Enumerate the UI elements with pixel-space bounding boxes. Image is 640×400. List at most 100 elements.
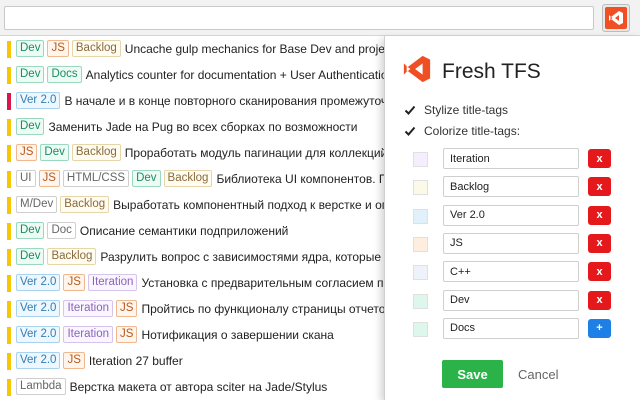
visual-studio-icon (605, 7, 627, 29)
task-title[interactable]: Analytics counter for documentation + Us… (86, 68, 384, 82)
tag-js: JS (116, 326, 138, 343)
tag-name-input[interactable] (443, 232, 579, 254)
status-bar (7, 119, 11, 136)
screen: Dev JS Backlog Uncache gulp mechanics for B… (0, 0, 640, 400)
status-bar (7, 301, 11, 318)
tag-name-input[interactable] (443, 204, 579, 226)
task-row[interactable]: M/Dev Backlog Выработать компонентный подх… (0, 193, 384, 219)
task-row[interactable]: Dev JS Backlog Uncache gulp mechanics for B… (0, 37, 384, 63)
task-title[interactable]: Iteration 27 buffer (89, 354, 183, 368)
visual-studio-icon (402, 54, 432, 89)
stylize-option[interactable]: Stylize title-tags (404, 103, 508, 117)
task-title[interactable]: Установка с предварительным согласием по… (141, 276, 384, 290)
status-bar (7, 249, 11, 266)
tag-dev: Dev (16, 118, 45, 135)
tag-dev: Dev (132, 170, 161, 187)
remove-tag-button[interactable]: x (588, 177, 611, 197)
color-swatch[interactable] (413, 152, 428, 167)
task-title[interactable]: Пройтись по функционалу страницы отчетов (141, 302, 384, 316)
task-row[interactable]: JS Dev Backlog Проработать модуль пагинации… (0, 141, 384, 167)
remove-tag-button[interactable]: x (588, 149, 611, 168)
task-row[interactable]: Ver 2.0 В начале и в конце повторного ска… (0, 89, 384, 115)
task-row[interactable]: Lambda Верстка макета от автора sciter на… (0, 375, 384, 400)
tag-js: JS (38, 170, 60, 187)
task-row[interactable]: Dev Backlog Разрулить вопрос с зависимостя… (0, 245, 384, 271)
task-row[interactable]: UI JS HTML/CSS Dev Backlog Библиотека UI комп… (0, 167, 384, 193)
task-row[interactable]: Dev Doc Описание семантики подприложений (0, 219, 384, 245)
tag-setting-row: x (413, 148, 613, 170)
tag-backlog: Backlog (47, 248, 97, 265)
tag-iteration: Iteration (63, 326, 114, 343)
task-list: Dev JS Backlog Uncache gulp mechanics for B… (0, 37, 384, 400)
status-bar (7, 197, 11, 214)
tag-name-input[interactable] (443, 289, 579, 311)
stylize-checkbox[interactable] (404, 104, 416, 116)
task-title[interactable]: Uncache gulp mechanics for Base Dev and … (125, 42, 384, 56)
task-title[interactable]: Выработать компонентный подход к верстке… (113, 198, 384, 212)
tag-iteration: Iteration (63, 300, 114, 317)
tag-backlog: Backlog (71, 40, 121, 57)
tag-name-input[interactable] (443, 176, 579, 198)
status-bar (7, 93, 11, 110)
tag-setting-row: x (413, 261, 613, 283)
popup-title: Fresh TFS (442, 59, 541, 83)
task-row[interactable]: Ver 2.0 JS Iteration Установка с предварите… (0, 271, 384, 297)
task-title[interactable]: Верстка макета от автора sciter на Jade/… (70, 380, 328, 394)
tag-dev: Dev (16, 40, 45, 57)
task-title[interactable]: Заменить Jade на Pug во всех сборках по … (48, 120, 357, 134)
task-row[interactable]: Ver 2.0 Iteration JS Нотификация о завершен… (0, 323, 384, 349)
color-swatch[interactable] (413, 180, 428, 196)
status-bar (7, 145, 11, 162)
tag-js: JS (116, 300, 138, 317)
remove-tag-button[interactable]: x (588, 262, 611, 282)
color-swatch[interactable] (413, 321, 428, 337)
tag-ver-2-0: Ver 2.0 (16, 326, 61, 343)
tag-name-input[interactable] (443, 317, 579, 339)
color-swatch[interactable] (413, 293, 428, 309)
save-button[interactable]: Save (442, 360, 503, 388)
status-bar (7, 41, 11, 58)
cancel-button[interactable]: Cancel (518, 367, 558, 382)
tag-name-input[interactable] (443, 261, 579, 283)
status-bar (7, 275, 11, 292)
tag-ver-2-0: Ver 2.0 (16, 352, 61, 369)
task-row[interactable]: Dev Docs Analytics counter for documentati… (0, 63, 384, 89)
task-title[interactable]: Нотификация о завершении скана (141, 328, 333, 342)
tag-backlog: Backlog (163, 170, 213, 187)
color-swatch[interactable] (413, 236, 428, 252)
tag-iteration: Iteration (87, 274, 138, 291)
remove-tag-button[interactable]: x (588, 290, 611, 310)
colorize-checkbox[interactable] (404, 125, 416, 137)
color-swatch[interactable] (413, 208, 428, 224)
status-bar (7, 171, 11, 188)
remove-tag-button[interactable]: x (588, 205, 611, 225)
remove-tag-button[interactable]: x (588, 233, 611, 253)
tag-js: JS (63, 352, 85, 369)
tag-setting-row: x (413, 204, 613, 227)
tag-name-input[interactable] (443, 148, 579, 169)
tag-setting-row: + (413, 317, 613, 340)
task-row[interactable]: Dev Заменить Jade на Pug во всех сборках … (0, 115, 384, 141)
tag-dev: Dev (16, 248, 45, 265)
address-bar[interactable] (4, 6, 594, 30)
task-row[interactable]: Ver 2.0 JS Iteration 27 buffer (0, 349, 384, 375)
tag-setting-row: x (413, 289, 613, 312)
task-title[interactable]: Библиотека UI компонентов. Пор (216, 172, 384, 186)
task-row[interactable]: Ver 2.0 Iteration JS Пройтись по функционал… (0, 297, 384, 323)
tag-dev: Dev (16, 66, 45, 83)
add-tag-button[interactable]: + (588, 318, 611, 338)
tag-ui: UI (16, 170, 36, 187)
colorize-option[interactable]: Colorize title-tags: (404, 124, 520, 138)
tag-ver-2-0: Ver 2.0 (16, 300, 61, 317)
task-title[interactable]: Описание семантики подприложений (80, 224, 288, 238)
tag-js: JS (16, 144, 38, 161)
task-title[interactable]: Проработать модуль пагинации для коллекц… (125, 146, 384, 160)
tag-ver-2-0: Ver 2.0 (16, 92, 61, 109)
tag-docs: Docs (47, 66, 82, 83)
task-title[interactable]: Разрулить вопрос с зависимостями ядра, к… (100, 250, 384, 264)
popup-header: Fresh TFS (402, 54, 541, 89)
tag-setting-row: x (413, 232, 613, 255)
color-swatch[interactable] (413, 265, 428, 281)
task-title[interactable]: В начале и в конце повторного сканирован… (64, 94, 384, 108)
fresh-tfs-extension-button[interactable] (602, 4, 630, 32)
